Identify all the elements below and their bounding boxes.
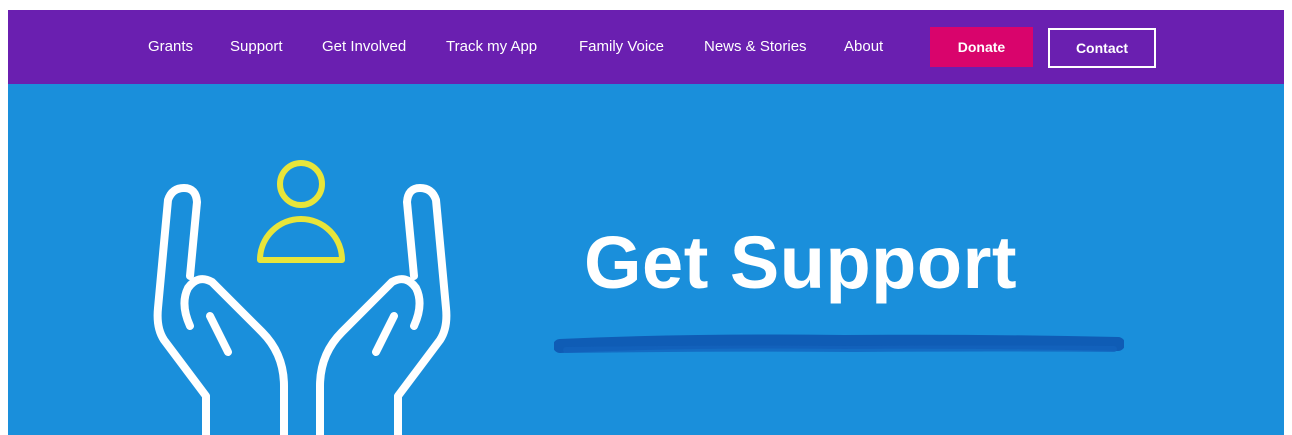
nav-track-my-app[interactable]: Track my App bbox=[446, 37, 537, 57]
person-head-icon bbox=[277, 160, 325, 208]
hands-holding-person-icon bbox=[153, 160, 451, 435]
hero-banner: Get Support bbox=[8, 84, 1284, 435]
right-hand-icon bbox=[316, 184, 451, 435]
nav-about[interactable]: About bbox=[844, 37, 883, 57]
person-body-icon bbox=[257, 216, 345, 263]
top-navigation-bar: Grants Support Get Involved Track my App… bbox=[8, 10, 1284, 84]
donate-button[interactable]: Donate bbox=[930, 27, 1033, 67]
left-hand-icon bbox=[153, 184, 288, 435]
brush-underline bbox=[554, 334, 1124, 353]
hero-title: Get Support bbox=[584, 221, 1018, 304]
contact-button[interactable]: Contact bbox=[1048, 28, 1156, 68]
nav-support[interactable]: Support bbox=[230, 37, 283, 57]
nav-news-stories[interactable]: News & Stories bbox=[704, 37, 807, 57]
nav-grants[interactable]: Grants bbox=[148, 37, 193, 57]
nav-family-voice[interactable]: Family Voice bbox=[579, 37, 664, 57]
nav-get-involved[interactable]: Get Involved bbox=[322, 37, 406, 57]
page: Grants Support Get Involved Track my App… bbox=[0, 0, 1292, 435]
